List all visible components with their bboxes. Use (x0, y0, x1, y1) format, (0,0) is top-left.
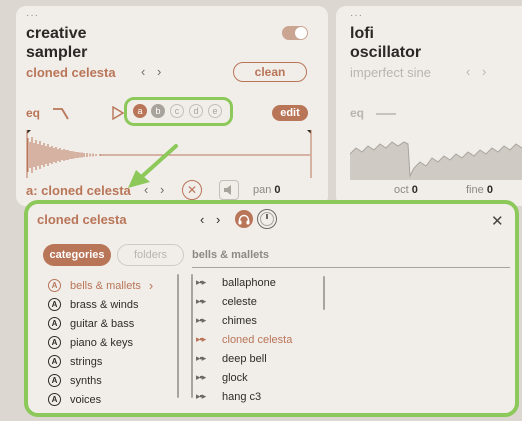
speaker-icon[interactable] (219, 180, 239, 200)
headphones-icon[interactable] (235, 210, 253, 228)
module-power-toggle[interactable] (282, 26, 308, 40)
preset-nav-arrows[interactable]: ‹ › (141, 64, 165, 79)
category-item-strings[interactable]: Astrings (48, 352, 102, 371)
drag-handle-icon[interactable]: ··· (350, 11, 363, 21)
preset-nav-arrows[interactable]: ‹ › (466, 64, 490, 79)
popup-title: cloned celesta (37, 212, 127, 227)
tab-categories[interactable]: categories (43, 244, 111, 266)
module-title-line1: creative (26, 25, 87, 42)
patch-label: chimes (222, 314, 257, 327)
eq-curve-icon[interactable] (376, 111, 396, 117)
patch-label: celeste (222, 295, 257, 308)
patch-item[interactable]: ▸▪▸ ballaphone (196, 273, 276, 292)
voice-a-button[interactable]: a (133, 104, 147, 118)
category-icon: A (48, 317, 61, 330)
breadcrumb: bells & mallets (192, 249, 270, 261)
patch-item[interactable]: ▸▪▸ hang c3 (196, 387, 261, 406)
chevron-right-icon: › (148, 278, 154, 293)
eq-label: eq (350, 106, 365, 120)
category-label: strings (70, 355, 103, 368)
module-title-line1: lofi (350, 25, 374, 42)
waveform-icon: ▸▪▸ (196, 334, 206, 344)
patch-scrollbar[interactable] (323, 276, 325, 310)
voice-e-button[interactable]: e (208, 104, 222, 118)
category-icon: A (48, 336, 61, 349)
divider (192, 267, 510, 268)
eq-curve-icon[interactable] (52, 106, 70, 120)
category-icon: A (48, 298, 61, 311)
category-label: piano & keys (70, 336, 133, 349)
patch-label: ballaphone (222, 276, 276, 289)
oct-value: 0 (411, 184, 418, 196)
waveform-icon: ▸▪▸ (196, 353, 206, 363)
voice-selector: a b c d e (124, 97, 233, 126)
category-label: bells & mallets (70, 279, 141, 292)
pan-label: pan 0 (253, 184, 281, 196)
waveform-icon: ▸▪▸ (196, 315, 206, 325)
close-icon[interactable]: ✕ (491, 212, 504, 230)
patch-label: deep bell (222, 352, 267, 365)
pan-value: 0 (274, 184, 281, 196)
waveform-icon: ▸▪▸ (196, 391, 206, 401)
category-item-piano-keys[interactable]: Apiano & keys (48, 333, 133, 352)
patch-item[interactable]: ▸▪▸ deep bell (196, 349, 267, 368)
category-icon: A (48, 374, 61, 387)
category-item-synths[interactable]: Asynths (48, 371, 102, 390)
patch-scrollbar-left[interactable] (191, 274, 193, 398)
waveform-icon: ▸▪▸ (196, 296, 206, 306)
fine-label: fine 0 (466, 184, 493, 196)
category-label: guitar & bass (70, 317, 135, 330)
voice-d-button[interactable]: d (189, 104, 203, 118)
voice-b-button[interactable]: b (151, 104, 165, 118)
module-title-line2: sampler (26, 44, 88, 61)
category-item-guitar-bass[interactable]: Aguitar & bass (48, 314, 134, 333)
module-title-line2: oscillator (350, 44, 422, 61)
patch-label: cloned celesta (222, 333, 293, 346)
patch-label: hang c3 (222, 390, 262, 403)
fine-value: 0 (486, 184, 493, 196)
category-label: synths (70, 374, 102, 387)
popup-nav-arrows[interactable]: ‹ › (200, 212, 224, 227)
category-label: voices (70, 393, 102, 406)
preset-name[interactable]: imperfect sine (350, 65, 431, 80)
waveform-icon: ▸▪▸ (196, 372, 206, 382)
category-icon: A (48, 279, 61, 292)
preset-name[interactable]: cloned celesta (26, 65, 116, 80)
oscillator-waveform (350, 141, 522, 180)
category-icon: A (48, 355, 61, 368)
remove-sample-icon[interactable]: ✕ (182, 180, 202, 200)
edit-button[interactable]: edit (272, 105, 308, 121)
clean-button[interactable]: clean (233, 62, 307, 82)
eq-label: eq (26, 106, 41, 120)
patch-item[interactable]: ▸▪▸ chimes (196, 311, 257, 330)
category-item-voices[interactable]: Avoices (48, 390, 101, 409)
patch-item-selected[interactable]: ▸▪▸ cloned celesta (196, 330, 292, 349)
sample-browser-popup: cloned celesta ‹ › ✕ categories folders … (24, 200, 519, 417)
tab-folders[interactable]: folders (117, 244, 184, 266)
patch-item[interactable]: ▸▪▸ celeste (196, 292, 257, 311)
category-item-bells-mallets[interactable]: A bells & mallets › (48, 276, 153, 295)
category-item-brass-winds[interactable]: Abrass & winds (48, 295, 138, 314)
category-label: brass & winds (70, 298, 139, 311)
drag-handle-icon[interactable]: ··· (26, 11, 39, 21)
patch-item[interactable]: ▸▪▸ glock (196, 368, 248, 387)
oct-label: oct 0 (394, 184, 418, 196)
patch-label: glock (222, 371, 248, 384)
voice-c-button[interactable]: c (170, 104, 184, 118)
waveform-icon: ▸▪▸ (196, 277, 206, 287)
annotation-arrow (128, 144, 178, 188)
lofi-oscillator-card: ··· lofi oscillator imperfect sine ‹ › e… (336, 6, 522, 206)
sample-name[interactable]: a: cloned celesta (26, 183, 131, 198)
play-icon[interactable] (112, 106, 124, 120)
category-scrollbar[interactable] (177, 274, 179, 398)
volume-knob-icon[interactable] (257, 209, 277, 229)
category-icon: A (48, 393, 61, 406)
